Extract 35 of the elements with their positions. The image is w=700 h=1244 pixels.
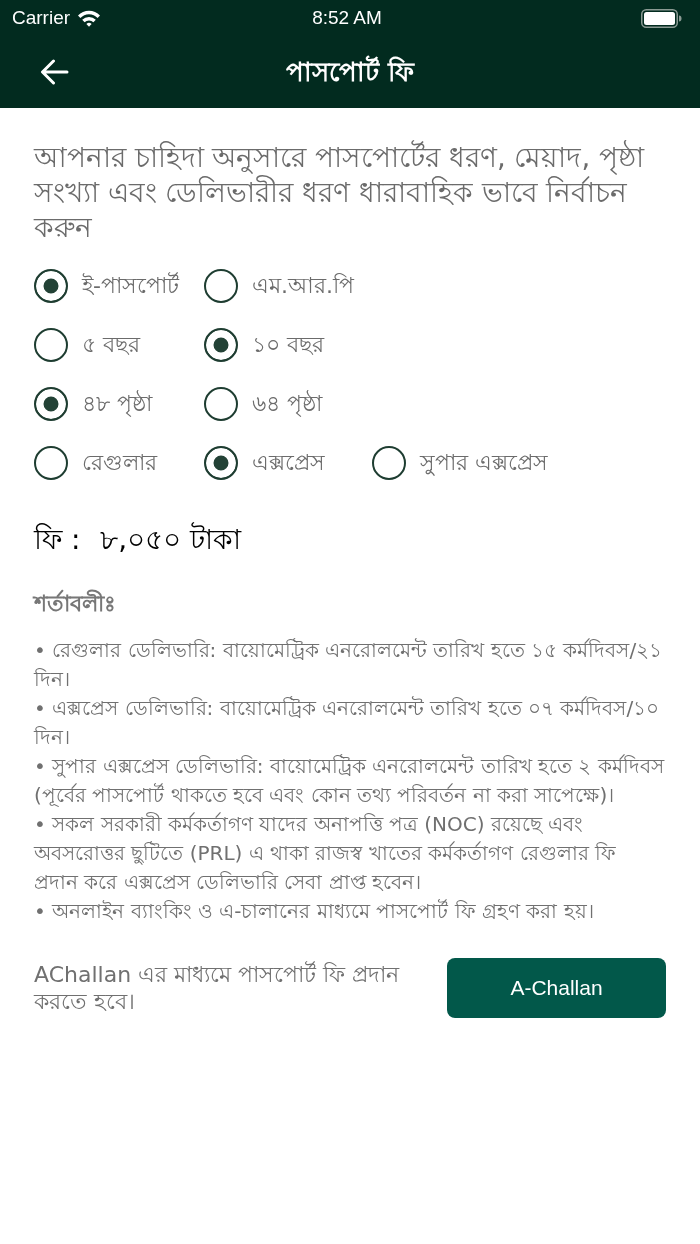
terms-item: • সকল সরকারী কর্মকর্তাগণ যাদের অনাপত্তি পত্র (NOC) রয়েছে এবং অবসরোত্তর ছুটিতে (PRL) এ থাকা রাজস্ব খাতের কর্মকর্তাগণ রেগুলার ফি প্রদান করে এক্সপ্রেস ডেলিভারি সেবা প্রাপ্ত হবেন। — [34, 811, 617, 896]
radio-icon[interactable] — [204, 445, 238, 480]
radio-icon[interactable] — [204, 386, 238, 421]
radio-option[interactable]: এম.আর.পি — [204, 268, 354, 303]
screen-title: পাসপোর্ট ফি — [285, 55, 415, 89]
back-icon[interactable] — [40, 59, 69, 85]
radio-option[interactable]: সুপার এক্সপ্রেস — [372, 445, 548, 480]
terms-item: • সুপার এক্সপ্রেস ডেলিভারি: বায়োমেট্রিক এনরোলমেন্ট তারিখ হতে ২ কর্মদিবস (পূর্বের পাসপোর্ট থাকতে হবে এবং কোন তথ্য পরিবর্তন না করা সাপেক্ষে)। — [34, 753, 666, 809]
radio-icon[interactable] — [34, 327, 68, 362]
radio-icon[interactable] — [204, 327, 238, 362]
radio-icon[interactable] — [34, 386, 68, 421]
radio-option[interactable]: রেগুলার — [34, 445, 157, 480]
radio-icon[interactable] — [34, 445, 68, 480]
intro-text: আপনার চাহিদা অনুসারে পাসপোর্টের ধরণ, মেয়াদ, পৃষ্ঠা সংখ্যা এবং ডেলিভারীর ধরণ ধারাবাহিক ভাবে নির্বাচন করুন — [34, 140, 646, 245]
terms-item: • এক্সপ্রেস ডেলিভারি: বায়োমেট্রিক এনরোলমেন্ট তারিখ হতে ০৭ কর্মদিবস/১০ দিন। — [34, 695, 661, 751]
radio-icon[interactable] — [204, 268, 238, 303]
terms-item: • অনলাইন ব্যাংকিং ও এ-চালানের মাধ্যমে পাসপোর্ট ফি গ্রহণ করা হয়। — [34, 898, 595, 925]
radio-option[interactable]: ৬৪ পৃষ্ঠা — [204, 386, 322, 421]
terms-title: শর্তাবলীঃ — [34, 589, 117, 618]
payment-note: AChallan এর মাধ্যমে পাসপোর্ট ফি প্রদান করতে হবে। — [34, 961, 401, 1015]
battery-icon — [641, 8, 682, 28]
radio-option[interactable]: ৪৮ পৃষ্ঠা — [34, 386, 152, 421]
radio-option[interactable]: এক্সপ্রেস — [204, 445, 325, 480]
radio-icon[interactable] — [34, 268, 68, 303]
radio-option[interactable]: ১০ বছর — [204, 327, 324, 362]
carrier-label: Carrier — [12, 7, 71, 29]
radio-option[interactable]: ই-পাসপোর্ট — [34, 268, 179, 303]
fee-amount: ৮,০৫০ টাকা — [100, 522, 242, 558]
radio-option[interactable]: ৫ বছর — [34, 327, 140, 362]
fee-label: ফি : — [34, 522, 81, 558]
terms-item: • রেগুলার ডেলিভারি: বায়োমেট্রিক এনরোলমেন্ট তারিখ হতে ১৫ কর্মদিবস/২১ দিন। — [34, 637, 664, 693]
radio-icon[interactable] — [372, 445, 406, 480]
a-challan-button[interactable]: A-Challan — [447, 958, 666, 1018]
wifi-icon — [77, 9, 102, 27]
status-time: 8:52 AM — [312, 7, 382, 29]
